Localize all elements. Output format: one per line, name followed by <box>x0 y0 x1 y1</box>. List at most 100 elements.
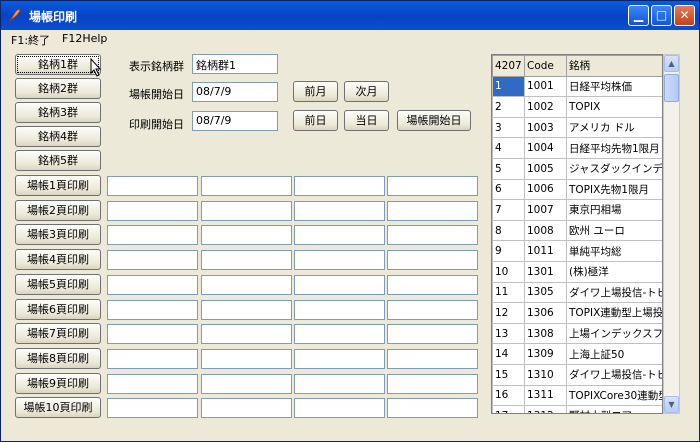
grid-cell-index[interactable]: 14 <box>492 343 525 365</box>
grid-cell-index[interactable]: 11 <box>492 281 525 304</box>
page-2-field-4[interactable] <box>387 200 478 221</box>
page-3-field-3[interactable] <box>294 225 385 246</box>
grid-cell-index[interactable]: 1 <box>492 75 525 98</box>
table-row[interactable]: 3 1003 アメリカ ドル <box>492 116 662 139</box>
group-3-button[interactable]: 銘柄3群 <box>15 102 101 123</box>
print-page-4-button[interactable]: 場帳4頁印刷 <box>15 249 101 271</box>
grid-cell-name[interactable]: (株)極洋 <box>566 260 662 283</box>
page-1-field-4[interactable] <box>387 176 478 196</box>
scroll-thumb[interactable] <box>664 74 679 102</box>
grid-header-index[interactable]: 4207 <box>492 55 525 77</box>
print-page-7-button[interactable]: 場帳7頁印刷 <box>15 323 101 345</box>
page-6-field-4[interactable] <box>387 299 478 320</box>
page-1-field-3[interactable] <box>294 176 385 196</box>
grid-cell-index[interactable]: 16 <box>492 384 525 407</box>
grid-cell-name[interactable]: TOPIX <box>566 96 662 118</box>
grid-cell-code[interactable]: 1005 <box>524 157 567 180</box>
page-4-field-4[interactable] <box>387 250 478 271</box>
print-page-10-button[interactable]: 場帳10頁印刷 <box>15 397 101 419</box>
stock-grid[interactable]: 4207 Code 銘柄 1 1001 日経平均株価 2 1002 TOPIX 3 1003 ア… <box>491 54 663 414</box>
page-7-field-3[interactable] <box>294 324 385 345</box>
grid-cell-index[interactable]: 9 <box>492 240 525 262</box>
print-page-5-button[interactable]: 場帳5頁印刷 <box>15 273 101 295</box>
page-3-field-2[interactable] <box>201 225 292 246</box>
grid-cell-index[interactable]: 12 <box>492 302 525 324</box>
grid-cell-name[interactable]: 日経平均先物1限月 <box>566 137 662 159</box>
page-4-field-3[interactable] <box>294 250 385 271</box>
print-page-8-button[interactable]: 場帳8頁印刷 <box>15 347 101 369</box>
grid-cell-name[interactable]: TOPIX連動型上場投信 <box>566 302 662 324</box>
page-3-field-4[interactable] <box>387 225 478 246</box>
page-10-field-4[interactable] <box>387 398 478 419</box>
menu-item-exit[interactable]: F1:終了 <box>11 32 50 48</box>
grid-cell-name[interactable]: ダイワ上場投信-トピックス <box>566 281 662 304</box>
grid-cell-code[interactable]: 1310 <box>524 363 567 386</box>
page-6-field-1[interactable] <box>107 299 198 320</box>
page-1-field-1[interactable] <box>107 176 198 196</box>
table-row[interactable]: 7 1007 東京円相場 <box>492 199 662 221</box>
page-8-field-4[interactable] <box>387 348 478 369</box>
grid-cell-name[interactable]: TOPIX先物1限月 <box>566 178 662 201</box>
today-button[interactable]: 当日 <box>344 110 389 131</box>
print-page-2-button[interactable]: 場帳2頁印刷 <box>15 199 101 221</box>
grid-cell-code[interactable]: 1002 <box>524 96 567 118</box>
page-7-field-4[interactable] <box>387 324 478 345</box>
next-month-button[interactable]: 次月 <box>344 81 389 102</box>
grid-cell-index[interactable]: 8 <box>492 219 525 242</box>
print-page-6-button[interactable]: 場帳6頁印刷 <box>15 298 101 320</box>
grid-cell-index[interactable]: 4 <box>492 137 525 159</box>
table-row[interactable]: 14 1309 上海上証50 <box>492 343 662 365</box>
ledger-start-field[interactable]: 08/7/9 <box>192 82 278 102</box>
grid-cell-index[interactable]: 13 <box>492 322 525 345</box>
table-row[interactable]: 121306TOPIX連動型上場投信 <box>492 302 662 324</box>
grid-cell-index[interactable]: 10 <box>492 260 525 283</box>
grid-cell-code[interactable]: 1305 <box>524 281 567 304</box>
page-8-field-3[interactable] <box>294 348 385 369</box>
page-5-field-4[interactable] <box>387 274 478 295</box>
table-row[interactable]: 8 1008 欧州 ユーロ <box>492 219 662 242</box>
page-5-field-1[interactable] <box>107 274 198 295</box>
table-row[interactable]: 16 1311 TOPIXCore30連動型 <box>492 384 662 407</box>
page-7-field-1[interactable] <box>107 324 198 345</box>
table-row[interactable]: 51005ジャスダックインデックス <box>492 157 662 180</box>
print-start-field[interactable]: 08/7/9 <box>192 111 278 131</box>
page-2-field-3[interactable] <box>294 200 385 221</box>
table-row[interactable]: 2 1002 TOPIX <box>492 96 662 118</box>
group-2-button[interactable]: 銘柄2群 <box>15 78 101 99</box>
grid-scrollbar[interactable]: ▲ ▼ <box>663 54 680 414</box>
page-5-field-2[interactable] <box>201 274 292 295</box>
grid-cell-name[interactable]: 野村小型コア <box>566 405 662 413</box>
print-page-3-button[interactable]: 場帳3頁印刷 <box>15 224 101 246</box>
grid-cell-code[interactable]: 1003 <box>524 116 567 139</box>
grid-cell-code[interactable]: 1011 <box>524 240 567 262</box>
display-group-field[interactable]: 銘柄群1 <box>192 54 278 74</box>
close-button[interactable]: ✕ <box>674 5 695 26</box>
grid-cell-code[interactable]: 1007 <box>524 199 567 221</box>
grid-cell-index[interactable]: 17 <box>492 405 525 413</box>
page-7-field-2[interactable] <box>201 324 292 345</box>
grid-cell-index[interactable]: 6 <box>492 178 525 201</box>
grid-cell-name[interactable]: 上場インデックスファンド <box>566 322 662 345</box>
page-2-field-1[interactable] <box>107 200 198 221</box>
grid-cell-name[interactable]: TOPIXCore30連動型 <box>566 384 662 407</box>
maximize-button[interactable]: □ <box>651 5 672 26</box>
page-1-field-2[interactable] <box>201 176 292 196</box>
page-9-field-4[interactable] <box>387 373 478 394</box>
grid-cell-index[interactable]: 3 <box>492 116 525 139</box>
page-8-field-1[interactable] <box>107 348 198 369</box>
scroll-up-button[interactable]: ▲ <box>664 55 679 72</box>
page-4-field-2[interactable] <box>201 250 292 271</box>
group-5-button[interactable]: 銘柄5群 <box>15 150 101 171</box>
print-page-1-button[interactable]: 場帳1頁印刷 <box>15 175 101 196</box>
grid-cell-name[interactable]: 東京円相場 <box>566 199 662 221</box>
table-row[interactable]: 4 1004 日経平均先物1限月 <box>492 137 662 159</box>
grid-cell-code[interactable]: 1006 <box>524 178 567 201</box>
page-3-field-1[interactable] <box>107 225 198 246</box>
page-9-field-3[interactable] <box>294 373 385 394</box>
minimize-button[interactable]: ▁ <box>628 5 649 26</box>
page-6-field-3[interactable] <box>294 299 385 320</box>
grid-cell-name[interactable]: 上海上証50 <box>566 343 662 365</box>
ledger-start-day-button[interactable]: 場帳開始日 <box>397 110 471 131</box>
table-row[interactable]: 10 1301 (株)極洋 <box>492 260 662 283</box>
grid-cell-name[interactable]: アメリカ ドル <box>566 116 662 139</box>
